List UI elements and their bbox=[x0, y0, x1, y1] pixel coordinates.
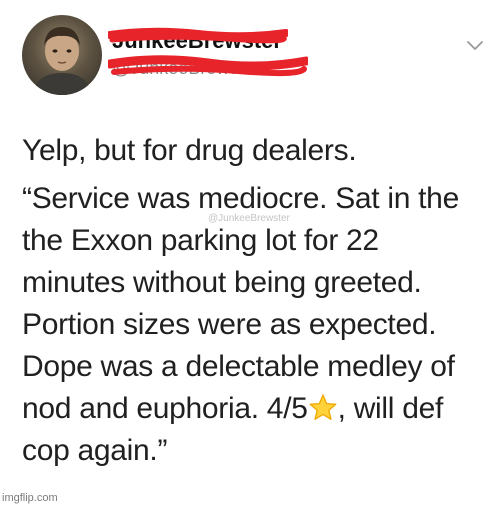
tweet-line: the Exxon parking lot for 22 bbox=[22, 224, 379, 257]
tweet-line: Dope was a delectable medley of bbox=[22, 350, 455, 383]
handle-redaction-scribble bbox=[108, 55, 308, 77]
tweet-intro: Yelp, but for drug dealers. bbox=[22, 134, 357, 167]
chevron-down-icon[interactable] bbox=[464, 34, 486, 56]
tweet-line: cop again.” bbox=[22, 434, 168, 467]
tweet-rating-line: nod and euphoria. 4/5 , will def bbox=[22, 388, 492, 430]
tweet-line: minutes without being greeted. bbox=[22, 266, 422, 299]
avatar[interactable] bbox=[22, 15, 102, 95]
avatar-image bbox=[32, 27, 92, 95]
tweet-card: JunkeeBrewster @JunkeeBrewster Yelp, but… bbox=[0, 0, 500, 507]
tweet-line: Portion sizes were as expected. bbox=[22, 308, 437, 341]
star-icon bbox=[309, 394, 337, 420]
rating-text: nod and euphoria. 4/5 bbox=[22, 392, 308, 425]
tweet-text: Yelp, but for drug dealers. “Service was… bbox=[22, 130, 492, 472]
inline-watermark: @JunkeeBrewster bbox=[208, 213, 290, 224]
rating-suffix: , will def bbox=[337, 392, 444, 425]
name-redaction-scribble bbox=[108, 27, 288, 44]
imgflip-watermark: imgflip.com bbox=[2, 492, 58, 504]
